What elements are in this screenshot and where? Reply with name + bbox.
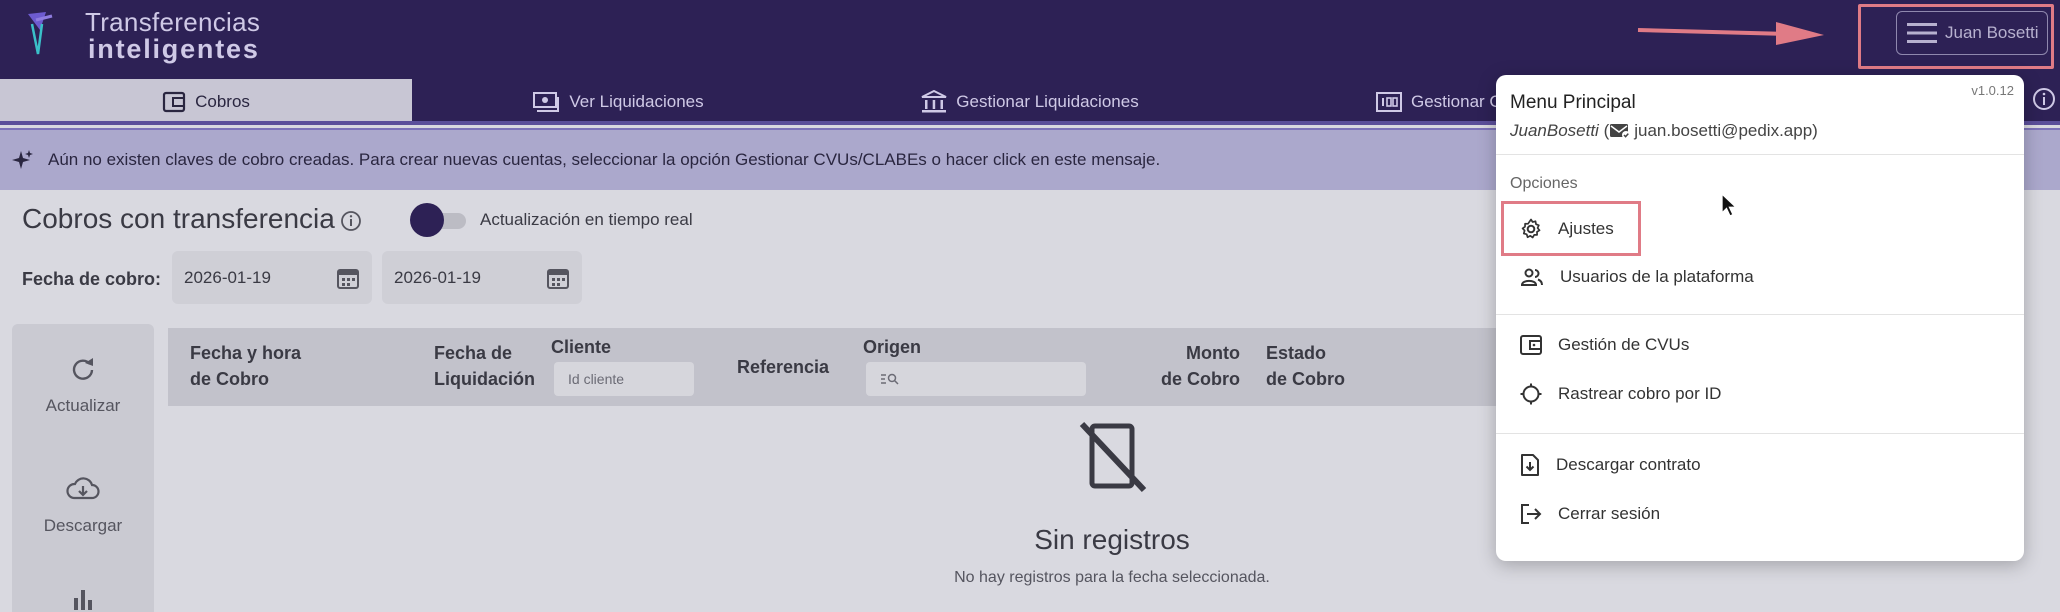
menu-item-usuarios[interactable]: Usuarios de la plataforma [1520,262,1754,292]
col-monto-line2: de Cobro [1161,369,1240,389]
menu-item-gestion-cvus-label: Gestión de CVUs [1558,335,1690,354]
mouse-cursor-icon [1721,193,1738,217]
date-label: Fecha de cobro: [22,269,162,289]
hamburger-menu-icon [1907,23,1937,43]
menu-open-paren: ( [1598,121,1610,140]
banner-text: Aún no existen claves de cobro creadas. … [48,150,1161,169]
tab-ver-liquidaciones[interactable]: Ver Liquidaciones [412,79,824,125]
download-label: Descargar [43,516,123,535]
tab-cobros[interactable]: Cobros [0,79,412,125]
cliente-filter-input[interactable]: Id cliente [554,362,694,396]
date-to-field[interactable]: 2026-01-19 [382,251,582,304]
stats-button[interactable] [12,586,154,612]
date-from-field[interactable]: 2026-01-19 [172,251,372,304]
brand-name-line2: inteligentes [88,34,260,64]
col-monto-line1: Monto [1186,343,1240,363]
empty-state-title: Sin registros [1034,524,1190,555]
calendar-icon[interactable] [546,266,570,290]
logout-icon [1521,504,1542,524]
title-info-icon[interactable] [340,210,362,232]
wallet-icon [1520,335,1542,355]
menu-close-paren: ) [1812,121,1818,140]
menu-section-label: Opciones [1510,175,1578,192]
no-records-icon [1079,421,1147,493]
money-icon [533,92,560,112]
col-fecha-liquidacion[interactable]: Fecha de Liquidación [434,340,535,392]
menu-item-usuarios-label: Usuarios de la plataforma [1560,267,1754,286]
menu-user-info: JuanBosetti ( juan.bosetti@pedix.app ) [1510,121,1818,141]
realtime-label: Actualización en tiempo real [480,210,693,229]
users-icon [1520,268,1543,286]
logo-icon [28,12,53,55]
refresh-label: Actualizar [45,396,121,415]
ajustes-highlight [1501,201,1641,256]
col-fecha-liq-line1: Fecha de [434,343,513,363]
tab-cobros-label: Cobros [195,92,250,111]
annotation-arrow-icon [1637,22,1824,45]
col-fecha-hora-line1: Fecha y hora [190,343,302,363]
menu-divider [1496,433,2024,434]
col-cliente: Cliente [551,337,612,357]
info-icon[interactable] [2032,87,2056,111]
refresh-button[interactable]: Actualizar [12,356,154,416]
sparkle-icon [12,150,33,169]
menu-item-rastrear-label: Rastrear cobro por ID [1558,384,1722,403]
menu-email: juan.bosetti@pedix.app [1634,121,1813,140]
user-menu-button[interactable]: Juan Bosetti [1896,11,2048,55]
menu-item-descargar-contrato[interactable]: Descargar contrato [1520,450,1701,480]
tab-ver-liquidaciones-label: Ver Liquidaciones [569,92,704,111]
col-referencia[interactable]: Referencia [737,354,829,380]
origen-filter-input[interactable] [866,362,1086,396]
user-button-label: Juan Bosetti [1945,23,2039,42]
tab-gestionar-liquidaciones[interactable]: Gestionar Liquidaciones [824,79,1236,125]
col-fecha-liq-line2: Liquidación [434,369,535,389]
date-from-value: 2026-01-19 [184,267,271,287]
bar-chart-icon [74,590,92,610]
menu-item-descargar-contrato-label: Descargar contrato [1556,455,1701,474]
col-fecha-hora-line2: de Cobro [190,369,269,389]
top-bar: Transferencias inteligentes Juan Bosetti [0,0,2060,79]
menu-item-cerrar-sesion[interactable]: Cerrar sesión [1520,499,1660,529]
numbers-icon [1376,92,1402,112]
cloud-download-icon [66,477,100,500]
menu-version: v1.0.12 [1971,83,2014,98]
col-monto[interactable]: Monto de Cobro [1154,340,1240,392]
bank-icon [921,90,947,113]
menu-title: Menu Principal [1510,92,1636,113]
menu-item-gestion-cvus[interactable]: Gestión de CVUs [1520,330,1689,360]
filter-search-icon [881,373,899,385]
page-title: Cobros con transferencia [22,203,335,234]
col-estado[interactable]: Estado de Cobro [1266,340,1345,392]
col-fecha-hora[interactable]: Fecha y hora de Cobro [190,340,301,392]
wallet-icon [162,91,186,113]
col-estado-line2: de Cobro [1266,369,1345,389]
toggle-knob [410,203,444,237]
col-origen: Origen [863,337,922,357]
main-menu-popup: v1.0.12 Menu Principal JuanBosetti ( jua… [1496,75,2024,561]
download-file-icon [1521,454,1539,476]
menu-item-rastrear[interactable]: Rastrear cobro por ID [1520,379,1721,409]
menu-item-cerrar-sesion-label: Cerrar sesión [1558,504,1661,523]
crosshair-icon [1520,383,1542,405]
actions-sidebar: Actualizar Descargar [12,324,154,612]
cliente-filter-placeholder: Id cliente [568,371,625,387]
date-to-value: 2026-01-19 [394,267,481,287]
realtime-toggle[interactable] [410,203,474,237]
email-verified-icon [1610,124,1631,139]
table-header: Fecha y hora de Cobro Fecha de Liquidaci… [168,328,1498,406]
download-button[interactable]: Descargar [12,476,154,536]
col-estado-line1: Estado [1266,343,1327,363]
tab-gestionar-cvus-label: Gestionar C [1411,92,1502,111]
calendar-icon[interactable] [336,266,360,290]
empty-state-subtitle: No hay registros para la fecha seleccion… [954,569,1270,586]
menu-divider [1496,314,2024,315]
menu-divider [1496,154,2024,155]
menu-username: JuanBosetti [1510,121,1599,140]
tab-gestionar-liquidaciones-label: Gestionar Liquidaciones [956,92,1139,111]
refresh-icon [72,358,94,380]
